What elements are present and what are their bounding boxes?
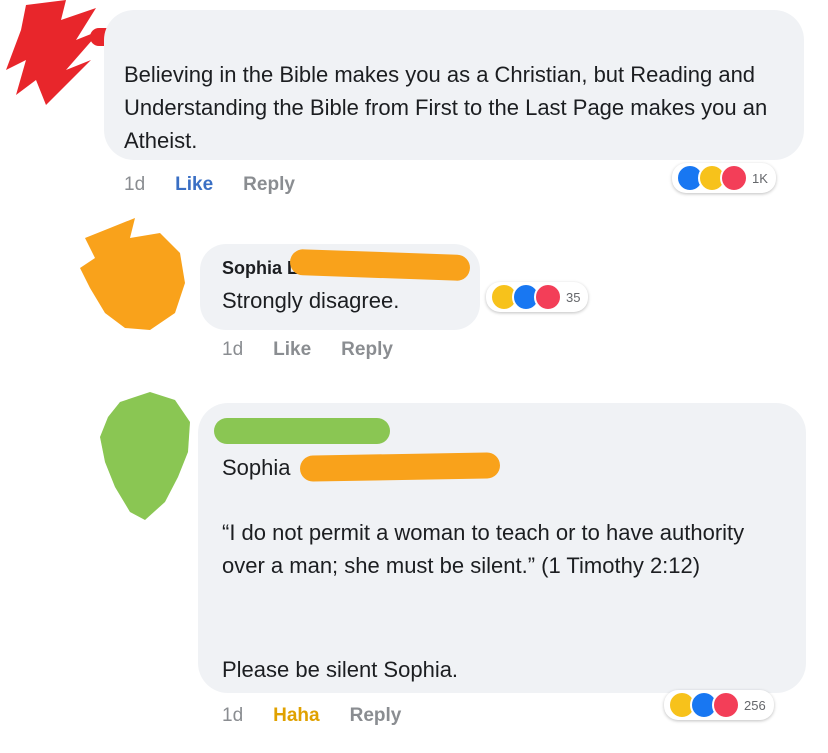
reply-actions: 1d Haha Reply [222, 705, 431, 727]
comment-bubble: Believing in the Bible makes you as a Ch… [104, 10, 804, 160]
reaction-summary[interactable]: 1K [672, 163, 776, 193]
name-redaction [299, 452, 501, 482]
bible-quote: “I do not permit a woman to teach or to … [222, 520, 745, 578]
reply-button[interactable]: Reply [341, 339, 393, 361]
reaction-summary[interactable]: 256 [664, 690, 774, 720]
like-button[interactable]: Like [273, 339, 311, 361]
timestamp: 1d [124, 174, 146, 195]
reaction-count: 1K [752, 170, 768, 186]
reaction-count: 256 [744, 697, 766, 713]
reaction-summary[interactable]: 35 [486, 282, 589, 312]
comment-text: Strongly disagree. [222, 288, 400, 313]
like-button[interactable]: Like [175, 174, 213, 196]
mention-link[interactable]: Sophia [222, 451, 291, 484]
avatar-redacted [6, 0, 101, 105]
timestamp: 1d [222, 339, 244, 360]
avatar-redacted [100, 392, 190, 520]
reply-button[interactable]: Reply [350, 705, 402, 727]
comment-text: Believing in the Bible makes you as a Ch… [124, 62, 768, 153]
name-redaction [214, 418, 390, 444]
reply-bubble: Sophia “I do not permit a woman to teach… [198, 403, 806, 693]
reply-actions: 1d Like Reply [222, 339, 423, 361]
comment-actions: 1d Like Reply [124, 174, 325, 196]
reaction-count: 35 [566, 289, 581, 305]
love-icon [712, 691, 740, 719]
reply-button[interactable]: Reply [243, 174, 295, 196]
haha-button[interactable]: Haha [273, 705, 319, 727]
love-icon [720, 164, 748, 192]
comment-closing: Please be silent Sophia. [222, 657, 459, 682]
avatar-redacted [80, 218, 185, 330]
timestamp: 1d [222, 705, 244, 726]
love-icon [534, 283, 562, 311]
